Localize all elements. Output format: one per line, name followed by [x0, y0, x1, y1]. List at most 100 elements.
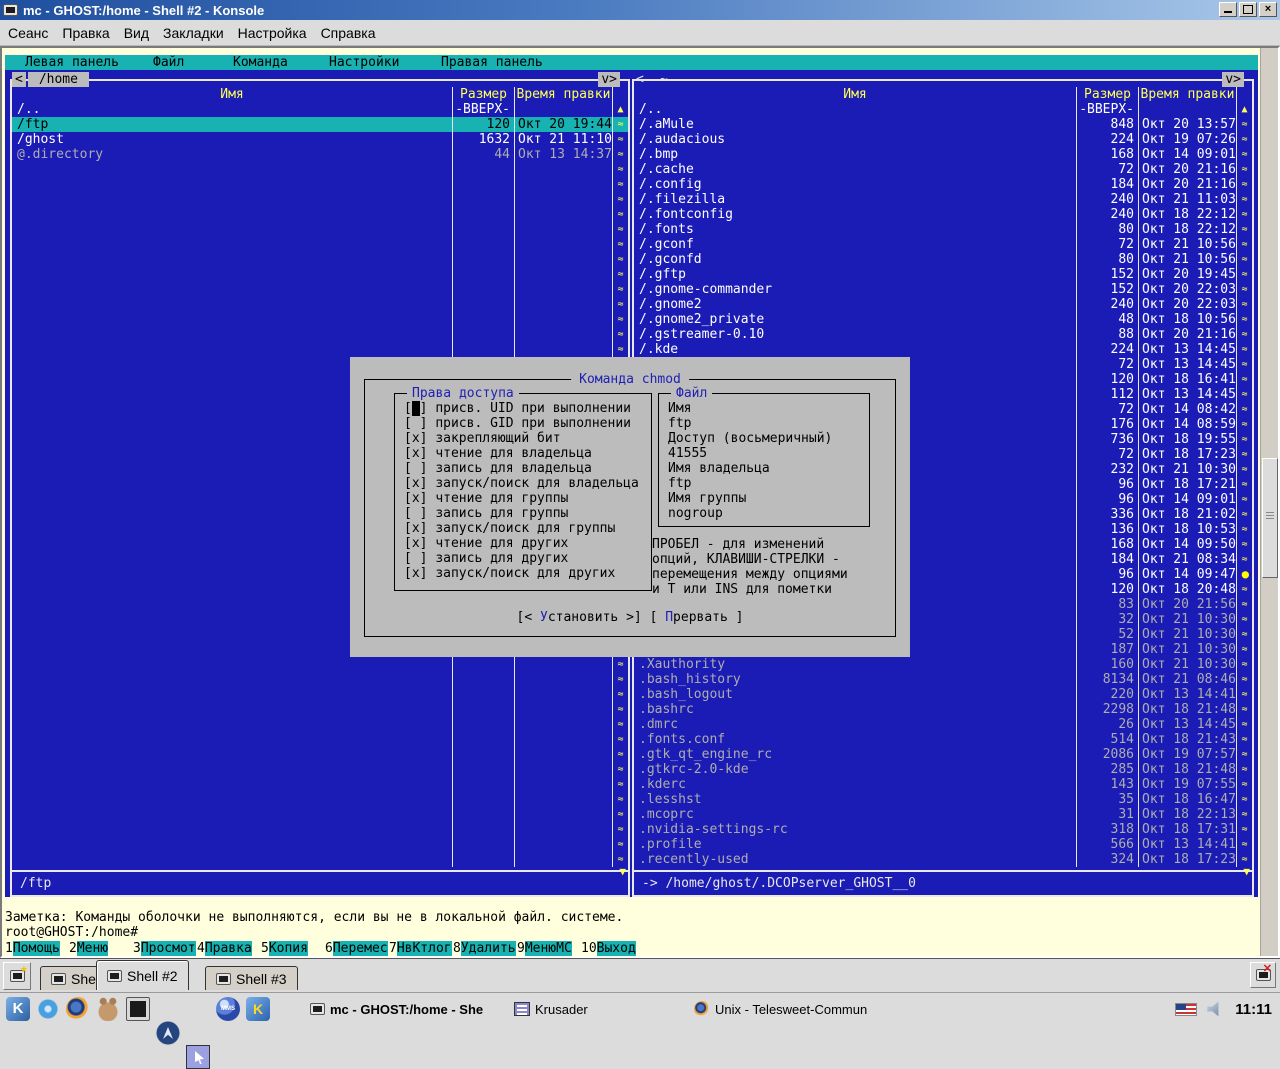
chmod-checkbox[interactable]: [ ] запись для владельца	[404, 461, 649, 476]
menu-item-Закладки[interactable]: Закладки	[163, 23, 232, 43]
amarok-icon[interactable]	[156, 1021, 180, 1045]
mc-menu-item[interactable]: Команда	[233, 55, 288, 70]
file-row[interactable]: /.gftp152Окт 20 19:45≈	[634, 267, 1252, 282]
menu-item-Правка[interactable]: Правка	[62, 23, 117, 43]
file-row[interactable]: /..-ВВЕРХ-▲	[634, 102, 1252, 117]
file-row[interactable]: /.gconfd80Окт 21 10:56≈	[634, 252, 1252, 267]
file-row[interactable]: ≈	[12, 777, 628, 792]
file-row[interactable]: /ghost1632Окт 21 11:10≈	[12, 132, 628, 147]
file-row[interactable]: /.bmp168Окт 14 09:01≈	[634, 147, 1252, 162]
konsole-icon[interactable]	[126, 997, 150, 1021]
tab-shell-2[interactable]: Shell #2	[96, 960, 189, 990]
panel-history-arrow[interactable]: <	[636, 72, 644, 87]
file-row[interactable]: .nvidia-settings-rc318Окт 18 17:31≈	[634, 822, 1252, 837]
column-header-time[interactable]: Время правки	[514, 87, 612, 102]
kmenu-icon[interactable]: K	[6, 997, 30, 1021]
file-row[interactable]: ≈	[12, 327, 628, 342]
mc-menu-item[interactable]: Файл	[153, 55, 184, 70]
file-row[interactable]: ≈	[12, 207, 628, 222]
scrollbar-thumb[interactable]	[1262, 458, 1278, 578]
file-row[interactable]: ≈	[12, 297, 628, 312]
file-row[interactable]: ≈	[12, 837, 628, 852]
chmod-checkbox[interactable]: [x] чтение для других	[404, 536, 649, 551]
file-row[interactable]: ≈	[12, 762, 628, 777]
chmod-checkbox[interactable]: [x] чтение для владельца	[404, 446, 649, 461]
chmod-dialog[interactable]: Команда chmod Права доступа [ ] присв. U…	[350, 357, 910, 657]
panel-history-arrow[interactable]: <	[12, 72, 26, 87]
kde-app-icon[interactable]: K	[246, 997, 270, 1021]
fkey-7[interactable]: 7НвКтлог	[389, 941, 452, 956]
menu-item-Настройка[interactable]: Настройка	[238, 23, 315, 43]
taskbar-button[interactable]: Krusader	[510, 996, 630, 1022]
panel-path[interactable]: ~	[652, 72, 675, 87]
menu-item-Справка[interactable]: Справка	[321, 23, 384, 43]
file-row[interactable]: ≈	[12, 222, 628, 237]
file-row[interactable]: ≈	[12, 192, 628, 207]
amule-icon[interactable]	[96, 997, 120, 1021]
file-row[interactable]: .gtk_qt_engine_rc2086Окт 19 07:57≈	[634, 747, 1252, 762]
keyboard-layout-flag-icon[interactable]	[1175, 1003, 1197, 1016]
column-header-name[interactable]: Имя	[12, 87, 452, 102]
mc-menu-item[interactable]: Настройки	[329, 55, 399, 70]
new-session-button[interactable]: ★	[3, 962, 31, 990]
file-row[interactable]: ≈	[12, 177, 628, 192]
volume-speaker-icon[interactable]	[1207, 1001, 1225, 1017]
file-row[interactable]: /.filezilla240Окт 21 11:03≈	[634, 192, 1252, 207]
taskbar-button[interactable]: mc - GHOST:/home - She	[306, 996, 506, 1022]
file-row[interactable]: /..-ВВЕРХ-▲	[12, 102, 628, 117]
file-row[interactable]: /.gnome-commander152Окт 20 22:03≈	[634, 282, 1252, 297]
panel-dropdown-arrow[interactable]: v>	[598, 72, 620, 87]
file-row[interactable]: ≈	[12, 267, 628, 282]
chmod-checkbox[interactable]: [ ] запись для других	[404, 551, 649, 566]
chmod-checkbox[interactable]: [x] чтение для группы	[404, 491, 649, 506]
maximize-button[interactable]	[1239, 2, 1257, 17]
mms-icon[interactable]: MMS	[216, 997, 240, 1021]
file-row[interactable]: ≈	[12, 852, 628, 867]
chmod-checkbox[interactable]: [x] запуск/поиск для группы	[404, 521, 649, 536]
file-row[interactable]: @.directory44Окт 13 14:37≈	[12, 147, 628, 162]
file-row[interactable]: ≈	[12, 672, 628, 687]
minimize-button[interactable]	[1219, 2, 1237, 17]
fkey-10[interactable]: 10Выход	[581, 941, 636, 956]
file-row[interactable]: ≈	[12, 657, 628, 672]
fkey-1[interactable]: 1Помощь	[5, 941, 60, 956]
file-row[interactable]: /.audacious224Окт 19 07:26≈	[634, 132, 1252, 147]
fkey-9[interactable]: 9МенюМС	[517, 941, 572, 956]
file-row[interactable]: .fonts.conf514Окт 18 21:43≈	[634, 732, 1252, 747]
fkey-8[interactable]: 8Удалить	[453, 941, 516, 956]
column-header-size[interactable]: Размер	[452, 87, 514, 102]
file-row[interactable]: .bash_logout220Окт 13 14:41≈	[634, 687, 1252, 702]
file-row[interactable]: ≈	[12, 717, 628, 732]
file-row[interactable]: .Xauthority160Окт 21 10:30≈	[634, 657, 1252, 672]
file-row[interactable]: ≈	[12, 702, 628, 717]
column-header-name[interactable]: Имя	[634, 87, 1076, 102]
file-row[interactable]: ≈	[12, 252, 628, 267]
file-row[interactable]: .recently-used324Окт 18 17:23≈	[634, 852, 1252, 867]
file-row[interactable]: ≈	[12, 732, 628, 747]
cancel-button[interactable]: [ Прервать ]	[650, 610, 744, 625]
set-button[interactable]: [< Установить >]	[517, 610, 642, 625]
file-row[interactable]: .bash_history8134Окт 21 08:46≈	[634, 672, 1252, 687]
file-row[interactable]: /.gnome2_private48Окт 18 10:56≈	[634, 312, 1252, 327]
krusader-icon[interactable]	[186, 1045, 210, 1069]
fkey-3[interactable]: 3Просмот	[133, 941, 196, 956]
chmod-checkbox[interactable]: [x] запуск/поиск для других	[404, 566, 649, 581]
menu-item-Вид[interactable]: Вид	[124, 23, 157, 43]
file-row[interactable]: /.gnome2240Окт 20 22:03≈	[634, 297, 1252, 312]
file-row[interactable]: .lesshst35Окт 18 16:47≈	[634, 792, 1252, 807]
file-row[interactable]: /.gconf72Окт 21 10:56≈	[634, 237, 1252, 252]
file-row[interactable]: /ftp120Окт 20 19:44≈	[12, 117, 628, 132]
file-row[interactable]: ≈	[12, 312, 628, 327]
file-row[interactable]: /.aMule848Окт 20 13:57≈	[634, 117, 1252, 132]
close-session-button[interactable]: ✕	[1250, 962, 1276, 988]
tab-shell-3[interactable]: Shell #3	[205, 966, 298, 990]
file-row[interactable]: .mcoprc31Окт 18 22:13≈	[634, 807, 1252, 822]
file-row[interactable]: /.fonts80Окт 18 22:12≈	[634, 222, 1252, 237]
chmod-checkbox[interactable]: [x] запуск/поиск для владельца	[404, 476, 649, 491]
file-row[interactable]: /.fontconfig240Окт 18 22:12≈	[634, 207, 1252, 222]
fkey-6[interactable]: 6Перемес	[325, 941, 388, 956]
mc-menu-item[interactable]: Левая панель	[25, 55, 119, 70]
taskbar-button[interactable]: Unix - Telesweet-Commun	[690, 996, 900, 1022]
terminal-scrollbar[interactable]	[1260, 48, 1278, 956]
file-row[interactable]: /.kde224Окт 13 14:45≈	[634, 342, 1252, 357]
